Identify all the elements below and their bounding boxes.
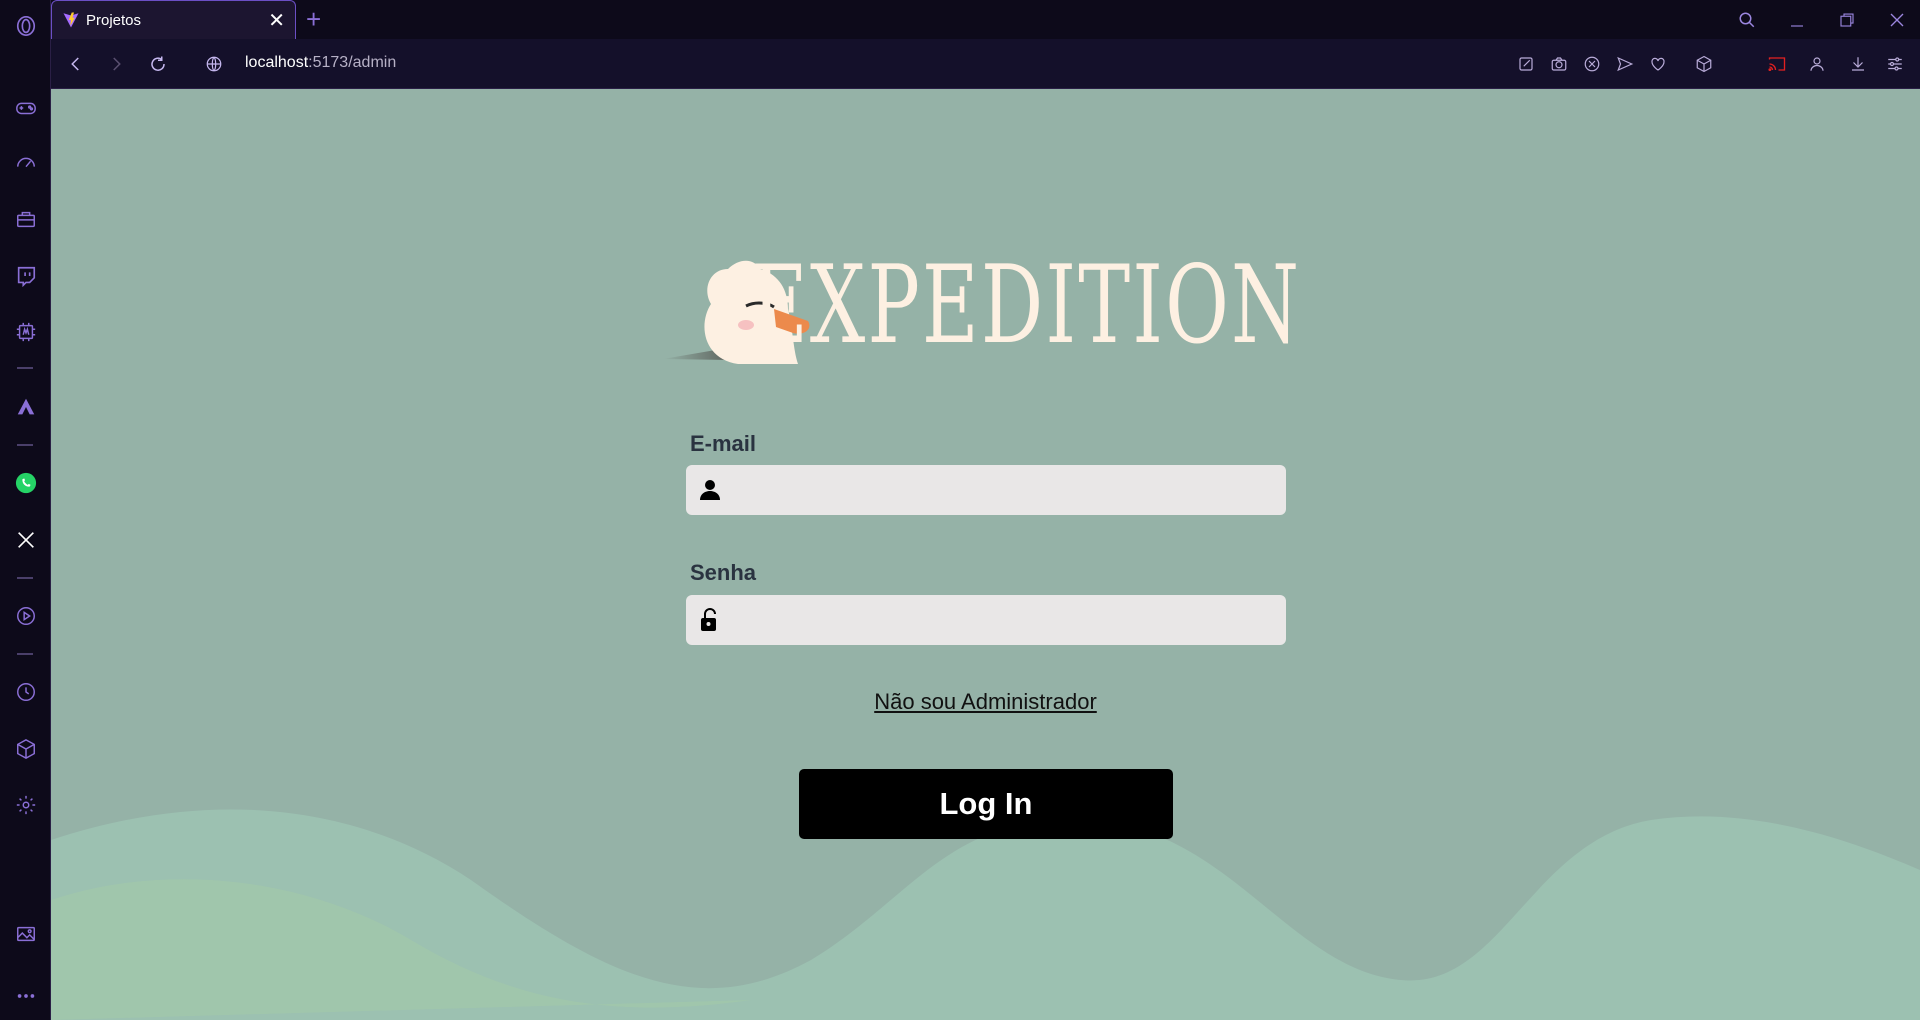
logo-text: EXPEDITION [751, 243, 1302, 368]
download-icon[interactable] [1846, 52, 1870, 76]
vite-favicon-icon [63, 12, 79, 28]
back-icon[interactable] [61, 49, 91, 79]
url-path: :5173/admin [308, 54, 397, 71]
tab-projetos[interactable]: Projetos ✕ [51, 0, 296, 39]
tab-close-icon[interactable]: ✕ [268, 8, 285, 33]
login-button[interactable]: Log In [799, 769, 1173, 839]
site-info-globe-icon[interactable] [199, 49, 229, 79]
x-icon[interactable] [0, 520, 51, 560]
twitch-icon[interactable] [0, 256, 51, 296]
password-input[interactable] [732, 595, 1286, 645]
settings-icon[interactable] [0, 785, 51, 825]
url-host: localhost [245, 54, 309, 71]
easy-setup-edit-icon[interactable] [1514, 52, 1538, 76]
close-window-icon[interactable] [1873, 0, 1920, 39]
new-tab-button[interactable]: + [306, 4, 321, 35]
speedometer-icon[interactable] [0, 143, 51, 183]
page-viewport: EXPEDITION E-mail Senha Não sou Administ… [51, 89, 1920, 1020]
email-input[interactable] [732, 465, 1286, 515]
unlock-icon [701, 608, 716, 631]
send-icon[interactable] [1613, 52, 1637, 76]
not-admin-link[interactable]: Não sou Administrador [874, 689, 1097, 714]
forward-icon[interactable] [101, 49, 131, 79]
search-tabs-icon[interactable] [1723, 0, 1771, 39]
whatsapp-icon[interactable] [0, 463, 51, 503]
browser-sidebar [0, 0, 51, 1020]
email-label: E-mail [690, 431, 757, 456]
player-icon[interactable] [0, 596, 51, 636]
gallery-icon[interactable] [0, 914, 51, 954]
more-icon[interactable] [0, 976, 51, 1016]
profile-icon[interactable] [1805, 52, 1829, 76]
cast-icon[interactable] [1765, 52, 1789, 76]
restore-icon[interactable] [1823, 0, 1871, 39]
not-admin-link-row: Não sou Administrador [51, 689, 1920, 715]
sidebar-separator [17, 577, 33, 579]
tab-bar: Projetos ✕ + [51, 0, 1920, 39]
sidebar-separator [17, 444, 33, 446]
adblock-icon[interactable] [1580, 52, 1604, 76]
reload-icon[interactable] [143, 49, 173, 79]
password-label: Senha [690, 560, 757, 585]
email-field[interactable] [686, 465, 1286, 515]
bag-icon[interactable] [0, 199, 51, 239]
address-bar: localhost:5173/admin [51, 39, 1920, 89]
user-icon [700, 480, 720, 500]
easy-setup-icon[interactable] [1883, 52, 1907, 76]
sidebar-separator [17, 367, 33, 369]
password-field[interactable] [686, 595, 1286, 645]
tab-label: Projetos [86, 11, 142, 29]
sidebar-separator [17, 653, 33, 655]
url-field[interactable]: localhost:5173/admin [245, 54, 396, 72]
heart-icon[interactable] [1646, 52, 1670, 76]
opera-logo-icon[interactable] [0, 6, 51, 46]
ai-chip-icon[interactable] [0, 312, 51, 352]
snapshot-camera-icon[interactable] [1547, 52, 1571, 76]
gamepad-icon[interactable] [0, 88, 51, 128]
history-icon[interactable] [0, 672, 51, 712]
aria-icon[interactable] [0, 387, 51, 427]
minimize-icon[interactable] [1773, 0, 1821, 39]
cube-icon[interactable] [1692, 52, 1716, 76]
box-icon[interactable] [0, 729, 51, 769]
